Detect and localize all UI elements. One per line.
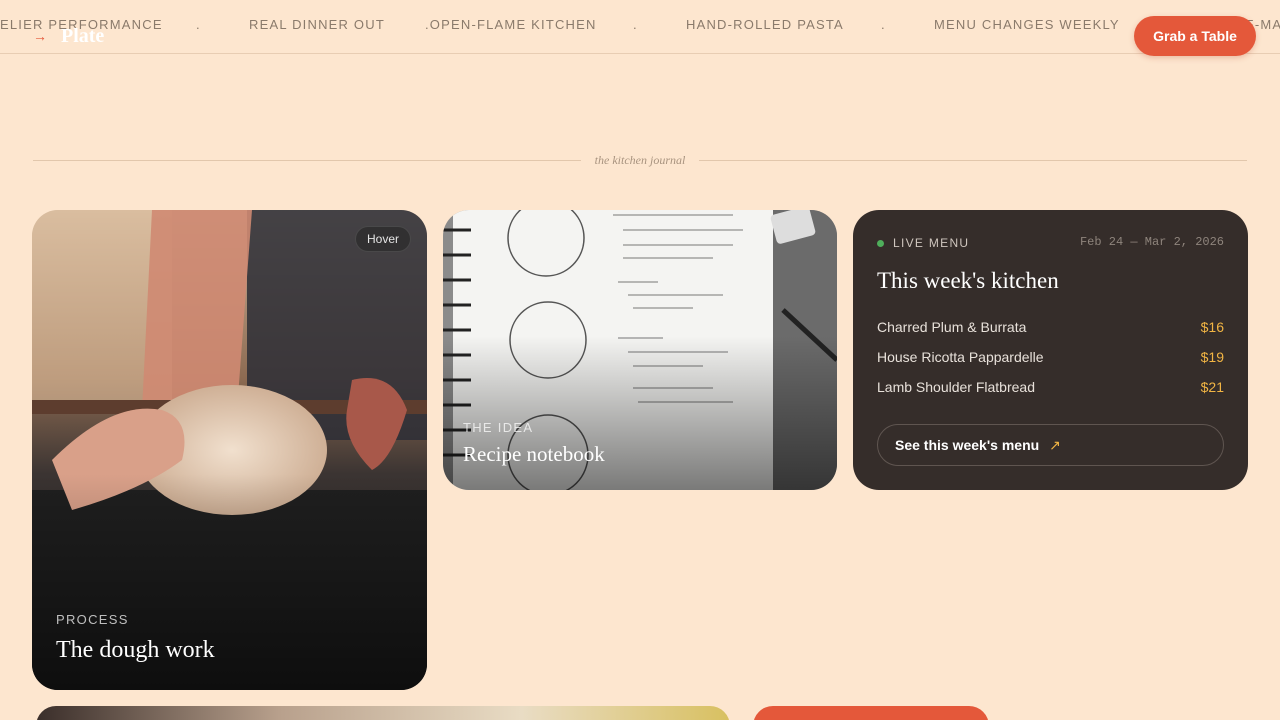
hover-badge: Hover [354, 226, 411, 252]
logo-text: Plate [61, 25, 105, 47]
card-caption: THE IDEA Recipe notebook [463, 420, 605, 467]
marquee-separator: . [633, 17, 638, 32]
section-label: the kitchen journal [594, 152, 686, 167]
see-menu-button[interactable]: See this week's menu ↗ [877, 424, 1224, 466]
card-partial-accent[interactable] [753, 706, 989, 720]
menu-item-name: House Ricotta Pappardelle [877, 349, 1044, 365]
marquee-ticker: ELIER PERFORMANCE . REAL DINNER OUT .OPE… [0, 17, 1280, 33]
marquee-item: REAL DINNER OUT [249, 17, 385, 32]
grab-a-table-button[interactable]: Grab a Table [1134, 16, 1256, 56]
live-label: LIVE MENU [893, 236, 970, 250]
card-dough-work[interactable]: Hover PROCESS The dough work [32, 210, 427, 690]
logo[interactable]: → Plate [33, 26, 104, 46]
menu-item: House Ricotta Pappardelle $19 [877, 342, 1224, 372]
divider-line [33, 159, 581, 161]
divider-line [699, 159, 1247, 161]
card-title: The dough work [56, 637, 215, 663]
arrow-right-icon: → [33, 28, 47, 44]
menu-item-price: $16 [1200, 319, 1224, 335]
marquee-separator: . [881, 17, 886, 32]
see-menu-label: See this week's menu [895, 437, 1040, 453]
marquee-item: HAND-ROLLED PASTA [686, 17, 844, 32]
menu-title: This week's kitchen [877, 268, 1059, 293]
marquee-item: .OPEN-FLAME KITCHEN [425, 17, 597, 32]
card-partial-photo[interactable] [36, 706, 730, 720]
section-divider: the kitchen journal [33, 152, 1247, 168]
live-dot-icon [877, 239, 884, 247]
top-bar: ELIER PERFORMANCE . REAL DINNER OUT .OPE… [0, 0, 1280, 56]
menu-item-name: Charred Plum & Burrata [877, 319, 1027, 335]
marquee-separator: . [196, 17, 201, 32]
menu-list: Charred Plum & Burrata $16 House Ricotta… [877, 312, 1224, 402]
card-caption: PROCESS The dough work [56, 612, 215, 664]
menu-item-price: $21 [1200, 379, 1224, 395]
marquee-item: MENU CHANGES WEEKLY [934, 17, 1120, 32]
card-recipe-notebook[interactable]: THE IDEA Recipe notebook [443, 210, 837, 490]
menu-item: Lamb Shoulder Flatbread $21 [877, 372, 1224, 402]
card-live-menu: LIVE MENU Feb 24 — Mar 2, 2026 This week… [853, 210, 1248, 490]
partial-photo [36, 706, 730, 720]
card-eyebrow: THE IDEA [463, 420, 534, 435]
card-eyebrow: PROCESS [56, 612, 129, 627]
menu-item-name: Lamb Shoulder Flatbread [877, 379, 1035, 395]
menu-date-range: Feb 24 — Mar 2, 2026 [1079, 235, 1224, 249]
menu-item: Charred Plum & Burrata $16 [877, 312, 1224, 342]
menu-item-price: $19 [1200, 349, 1224, 365]
card-title: Recipe notebook [463, 442, 605, 466]
arrow-up-right-icon: ↗ [1049, 436, 1061, 453]
live-indicator: LIVE MENU [877, 236, 969, 250]
